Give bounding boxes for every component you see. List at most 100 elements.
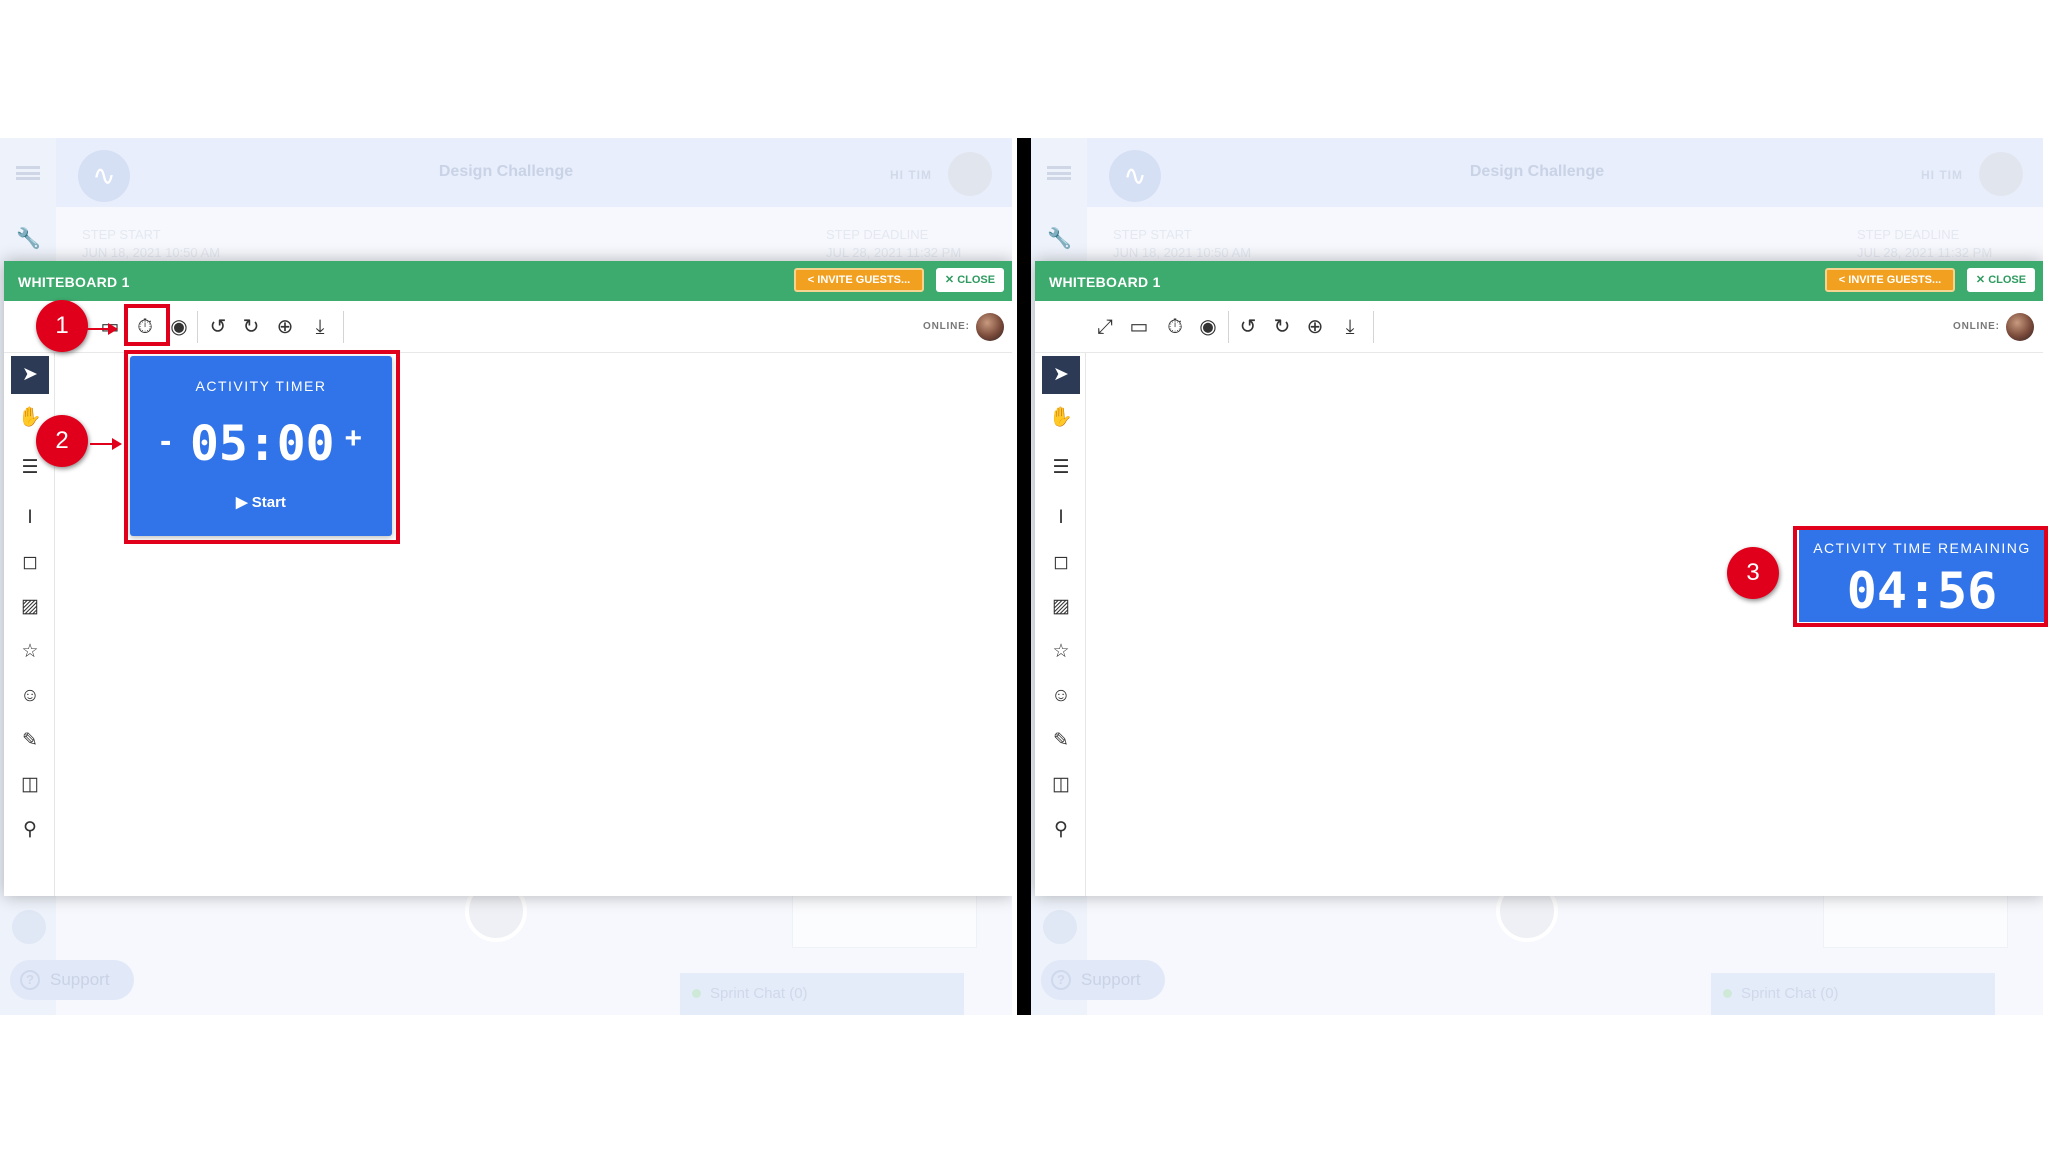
step-deadline-date: JUL 28, 2021 11:32 PM	[826, 245, 962, 260]
toolbar-divider	[1373, 311, 1374, 343]
bottom-logo-icon	[12, 910, 46, 944]
close-icon: ✕	[1975, 274, 1989, 286]
screenshot-before: ∿ Design Challenge HI TIM 🔧 STEP START J…	[0, 138, 1012, 1015]
bottom-logo-icon	[1043, 910, 1077, 944]
emoji-icon[interactable]: ☺	[1042, 677, 1080, 715]
step-marker-3: 3	[1727, 547, 1779, 599]
close-icon: ✕	[944, 274, 958, 286]
marker-1-arrow	[86, 328, 110, 330]
whiteboard-header: WHITEBOARD 1 < INVITE GUESTS... ✕ CLOSE	[4, 261, 1012, 301]
user-avatar[interactable]	[948, 152, 992, 196]
map-pin-icon[interactable]: ⚲	[11, 811, 49, 849]
sprint-chat-label: Sprint Chat (0)	[1741, 985, 1839, 1002]
fullscreen-icon[interactable]: ⤢	[1092, 314, 1118, 340]
online-user-avatar[interactable]	[2006, 313, 2034, 341]
columns-icon[interactable]: ◫	[11, 766, 49, 804]
step-marker-1: 1	[36, 300, 88, 352]
step-deadline: STEP DEADLINE JUL 28, 2021 11:32 PM	[826, 226, 961, 262]
step-start-label: STEP START	[82, 227, 161, 242]
step-deadline-label: STEP DEADLINE	[1857, 227, 1960, 242]
help-icon: ?	[1051, 970, 1071, 990]
toolbar-divider	[197, 311, 198, 343]
share-icon: <	[1838, 274, 1849, 286]
pointer-icon[interactable]: ➤	[11, 356, 49, 394]
whiteboard-title: WHITEBOARD 1	[1049, 274, 1161, 290]
step-start-date: JUN 18, 2021 10:50 AM	[82, 245, 221, 260]
step-deadline-date: JUL 28, 2021 11:32 PM	[1857, 245, 1993, 260]
toolbar-divider	[1228, 311, 1229, 343]
toolbar-divider	[343, 311, 344, 343]
redo-icon[interactable]: ↻	[238, 314, 264, 340]
support-label: Support	[50, 970, 110, 989]
status-dot	[1723, 989, 1732, 998]
pencil-icon[interactable]: ✎	[1042, 722, 1080, 760]
user-avatar[interactable]	[1979, 152, 2023, 196]
marker-2-arrow-head	[112, 438, 122, 450]
timer-icon[interactable]: ⏱	[1162, 314, 1188, 340]
sprint-chat-label: Sprint Chat (0)	[710, 985, 808, 1002]
close-button[interactable]: ✕ CLOSE	[936, 268, 1004, 292]
sticky-note-icon[interactable]: ◻	[11, 544, 49, 582]
online-label: ONLINE:	[1953, 321, 2000, 332]
whiteboard-tool-sidebar: ➤ ✋ ☰ I ◻ ▨ ☆ ☺ ✎ ◫ ⚲	[1035, 353, 1086, 896]
redo-icon[interactable]: ↻	[1269, 314, 1295, 340]
invite-guests-button[interactable]: < INVITE GUESTS...	[794, 268, 924, 292]
marker-2-arrow	[90, 443, 114, 445]
zoom-icon[interactable]: ⊕	[272, 314, 298, 340]
close-label: CLOSE	[1988, 274, 2027, 286]
marker-1-arrow-head	[108, 323, 118, 335]
support-button[interactable]: ? Support	[10, 960, 134, 1000]
download-icon[interactable]: ⤓	[1337, 314, 1363, 340]
help-icon: ?	[20, 970, 40, 990]
step-start-label: STEP START	[1113, 227, 1192, 242]
zoom-icon[interactable]: ⊕	[1302, 314, 1328, 340]
panel-divider	[1017, 138, 1031, 1015]
pencil-icon[interactable]: ✎	[11, 722, 49, 760]
sprint-chat-bar[interactable]: Sprint Chat (0)	[680, 973, 964, 1015]
emoji-icon[interactable]: ☺	[11, 677, 49, 715]
star-icon[interactable]: ☆	[11, 633, 49, 671]
download-icon[interactable]: ⤓	[307, 314, 333, 340]
close-button[interactable]: ✕ CLOSE	[1967, 268, 2035, 292]
wrench-icon[interactable]: 🔧	[16, 226, 41, 251]
step-start: STEP START JUN 18, 2021 10:50 AM	[1113, 226, 1251, 262]
pointer-icon[interactable]: ➤	[1042, 356, 1080, 394]
sprint-chat-bar[interactable]: Sprint Chat (0)	[1711, 973, 1995, 1015]
time-remaining-highlight	[1793, 526, 2048, 627]
whiteboard-toolbar: ⤢ ▭ ⏱ ◉ ↺ ↻ ⊕ ⤓ ONLINE:	[1035, 301, 2043, 353]
step-marker-2: 2	[36, 415, 88, 467]
star-icon[interactable]: ☆	[1042, 633, 1080, 671]
greeting: HI TIM	[890, 168, 932, 182]
online-user-avatar[interactable]	[976, 313, 1004, 341]
timer-popup-highlight	[124, 350, 400, 544]
online-label: ONLINE:	[923, 321, 970, 332]
invite-guests-label: INVITE GUESTS...	[817, 274, 911, 286]
text-cursor-icon[interactable]: I	[1042, 499, 1080, 537]
screen-icon[interactable]: ▭	[1126, 314, 1152, 340]
app-title: Design Challenge	[1469, 163, 1605, 180]
step-deadline: STEP DEADLINE JUL 28, 2021 11:32 PM	[1857, 226, 1992, 262]
wrench-icon[interactable]: 🔧	[1047, 226, 1072, 251]
support-button[interactable]: ? Support	[1041, 960, 1165, 1000]
status-dot	[692, 989, 701, 998]
whiteboard-header: WHITEBOARD 1 < INVITE GUESTS... ✕ CLOSE	[1035, 261, 2043, 301]
columns-icon[interactable]: ◫	[1042, 766, 1080, 804]
whiteboard-title: WHITEBOARD 1	[18, 274, 130, 290]
undo-icon[interactable]: ↺	[1235, 314, 1261, 340]
podcast-icon[interactable]: ◉	[1195, 314, 1221, 340]
undo-icon[interactable]: ↺	[205, 314, 231, 340]
invite-guests-label: INVITE GUESTS...	[1848, 274, 1942, 286]
hand-icon[interactable]: ✋	[1042, 399, 1080, 437]
step-start: STEP START JUN 18, 2021 10:50 AM	[82, 226, 220, 262]
sticky-note-icon[interactable]: ◻	[1042, 544, 1080, 582]
map-pin-icon[interactable]: ⚲	[1042, 811, 1080, 849]
timer-icon-highlight	[124, 304, 170, 346]
document-icon[interactable]: ☰	[1042, 449, 1080, 487]
invite-guests-button[interactable]: < INVITE GUESTS...	[1825, 268, 1955, 292]
app-title: Design Challenge	[438, 163, 574, 180]
image-icon[interactable]: ▨	[11, 588, 49, 626]
text-cursor-icon[interactable]: I	[11, 499, 49, 537]
greeting: HI TIM	[1921, 168, 1963, 182]
support-label: Support	[1081, 970, 1141, 989]
image-icon[interactable]: ▨	[1042, 588, 1080, 626]
